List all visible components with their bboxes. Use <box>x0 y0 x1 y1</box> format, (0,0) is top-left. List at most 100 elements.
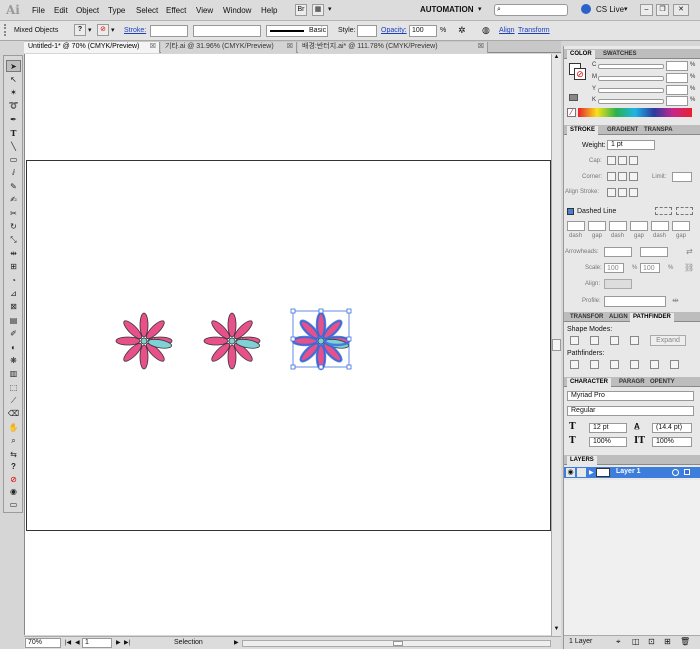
align-link[interactable]: Align <box>499 27 515 34</box>
expand-layer-arrow-icon[interactable]: ▶ <box>589 469 594 476</box>
none-swatch-icon[interactable]: ⁄ <box>567 108 576 117</box>
artboard[interactable] <box>26 160 551 531</box>
last-artboard-icon[interactable]: ▶| <box>124 639 130 646</box>
stroke-panel-link[interactable]: Stroke: <box>124 27 146 34</box>
opacity-link[interactable]: Opacity: <box>381 27 407 34</box>
width-tool-icon[interactable]: ⇹ <box>6 248 21 260</box>
artboard-tool-icon[interactable]: ⬚ <box>6 382 21 394</box>
tab-character[interactable]: CHARACTER <box>567 378 611 387</box>
close-icon[interactable]: ☒ <box>287 42 293 52</box>
lock-toggle[interactable] <box>577 468 586 477</box>
mesh-tool-icon[interactable]: ⊠ <box>6 301 21 313</box>
tab-transform[interactable]: TRANSFOR <box>567 313 606 322</box>
tab-gradient[interactable]: GRADIENT <box>604 126 641 135</box>
scissors-tool-icon[interactable]: ✂ <box>6 208 21 220</box>
menu-object[interactable]: Object <box>76 6 99 15</box>
globe-icon[interactable]: ◍ <box>482 25 490 36</box>
new-sublayer-icon[interactable]: ⊡ <box>648 637 655 646</box>
new-layer-icon[interactable]: ⊞ <box>664 637 671 646</box>
arrow-align-buttons[interactable] <box>604 279 632 289</box>
magic-wand-tool-icon[interactable]: ✶ <box>6 87 21 99</box>
expand-button[interactable]: Expand <box>650 335 686 346</box>
field-c[interactable] <box>666 61 688 71</box>
dash-field-2[interactable] <box>609 221 627 231</box>
flower-1[interactable] <box>115 312 173 370</box>
rectangle-tool-icon[interactable]: ▭ <box>6 154 21 166</box>
first-artboard-icon[interactable]: |◀ <box>65 639 71 646</box>
tab-stroke[interactable]: STROKE <box>567 126 599 135</box>
slider-y[interactable] <box>598 88 664 93</box>
direct-selection-tool-icon[interactable]: ↖ <box>6 74 21 86</box>
color-spectrum-bar[interactable] <box>578 108 692 117</box>
blob-brush-tool-icon[interactable]: ✍ <box>6 194 21 206</box>
symbol-sprayer-tool-icon[interactable]: ❋ <box>6 355 21 367</box>
trim-icon[interactable] <box>590 360 599 369</box>
font-style-select[interactable]: Regular <box>567 406 694 416</box>
trash-icon[interactable]: 🗑 <box>680 637 690 646</box>
blend-tool-icon[interactable]: ◐ <box>6 342 21 354</box>
document-tab-background[interactable]: 배경:반터지.ai* @ 111.78% (CMYK/Preview) ☒ <box>298 42 488 53</box>
free-transform-tool-icon[interactable]: ⊞ <box>6 261 21 273</box>
line-tool-icon[interactable]: ╲ <box>6 141 21 153</box>
locate-object-icon[interactable]: ⌖ <box>616 637 621 647</box>
miter-join-icon[interactable] <box>607 172 616 181</box>
gap-field-3[interactable] <box>672 221 690 231</box>
column-graph-tool-icon[interactable]: ▥ <box>6 368 21 380</box>
intersect-icon[interactable] <box>610 336 619 345</box>
artboard-number-field[interactable]: 1 <box>82 638 112 648</box>
screen-mode-icon[interactable]: ▭ <box>6 499 21 511</box>
zoom-level-field[interactable]: 70% <box>25 638 61 648</box>
flower-3-selected[interactable] <box>290 308 352 371</box>
scroll-up-arrow-icon[interactable]: ▲ <box>552 54 561 63</box>
rotate-tool-icon[interactable]: ↻ <box>6 221 21 233</box>
flower-2[interactable] <box>203 312 261 370</box>
visibility-eye-icon[interactable]: ◉ <box>566 468 575 477</box>
unite-icon[interactable] <box>570 336 579 345</box>
fill-stroke-indicator[interactable]: ? <box>6 461 21 473</box>
slider-k[interactable] <box>598 99 664 104</box>
arrange-documents-button[interactable]: ▦ <box>312 4 324 16</box>
graphic-style-picker[interactable] <box>357 25 377 37</box>
gap-field-1[interactable] <box>588 221 606 231</box>
projecting-cap-icon[interactable] <box>629 156 638 165</box>
slider-c[interactable] <box>598 64 664 69</box>
menu-type[interactable]: Type <box>108 6 125 15</box>
align-center-icon[interactable] <box>607 188 616 197</box>
none-color-icon[interactable]: ⊘ <box>6 474 21 486</box>
stroke-weight-field[interactable] <box>150 25 188 37</box>
transform-link[interactable]: Transform <box>518 27 550 34</box>
minus-front-icon[interactable] <box>590 336 599 345</box>
dashed-line-checkbox[interactable] <box>567 208 574 215</box>
recolor-artwork-icon[interactable]: ✲ <box>458 25 466 36</box>
type-tool-icon[interactable]: T <box>6 127 21 139</box>
close-icon[interactable]: ☒ <box>478 42 484 52</box>
search-input[interactable]: ⌕ <box>494 4 568 16</box>
clipping-mask-icon[interactable]: ◫ <box>632 637 640 646</box>
opacity-field[interactable]: 100 <box>409 25 437 37</box>
minus-back-icon[interactable] <box>670 360 679 369</box>
start-arrowhead-select[interactable] <box>604 247 632 257</box>
butt-cap-icon[interactable] <box>607 156 616 165</box>
menu-effect[interactable]: Effect <box>166 6 186 15</box>
draw-mode-icon[interactable]: ◉ <box>6 486 21 498</box>
last-color-swatch[interactable] <box>569 94 578 101</box>
selection-tool-icon[interactable]: ➤ <box>6 60 21 72</box>
bevel-join-icon[interactable] <box>629 172 638 181</box>
menu-view[interactable]: View <box>196 6 213 15</box>
pencil-tool-icon[interactable]: ✎ <box>6 181 21 193</box>
scroll-down-arrow-icon[interactable]: ▼ <box>552 626 561 635</box>
document-tab-untitled[interactable]: Untitled-1* @ 70% (CMYK/Preview) ☒ <box>24 42 160 53</box>
stroke-color-box[interactable]: ⊘ <box>574 68 586 80</box>
preserve-dash-icon[interactable] <box>655 207 672 215</box>
round-cap-icon[interactable] <box>618 156 627 165</box>
vertical-scale-select[interactable]: 100% <box>652 437 692 447</box>
link-scale-icon[interactable]: ⛓ <box>684 263 694 272</box>
dash-field-1[interactable] <box>567 221 585 231</box>
menu-help[interactable]: Help <box>261 6 277 15</box>
stroke-swatch[interactable]: ⊘ <box>97 24 109 36</box>
scale-tool-icon[interactable]: ⤡ <box>6 234 21 246</box>
bridge-button[interactable]: Br <box>295 4 307 16</box>
slice-tool-icon[interactable]: ⟋ <box>6 395 21 407</box>
layer-name[interactable]: Layer 1 <box>616 468 641 475</box>
workspace-switcher[interactable]: AUTOMATION <box>420 5 473 14</box>
